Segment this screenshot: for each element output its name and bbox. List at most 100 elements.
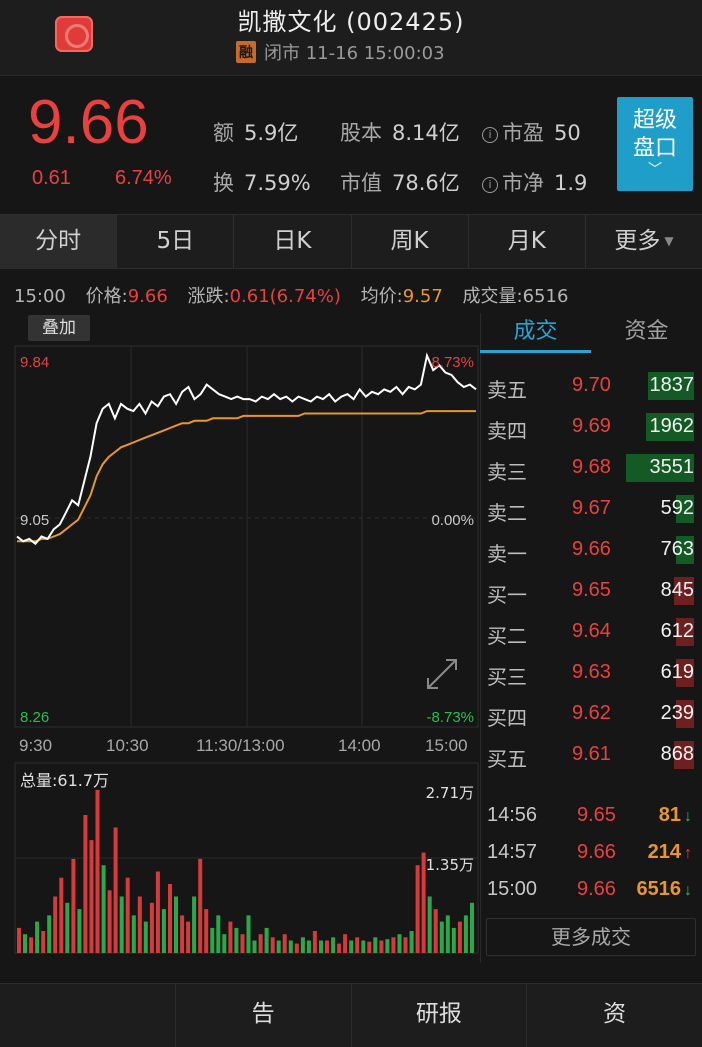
more-trades-button[interactable]: 更多成交	[486, 918, 696, 956]
tab-daily-k[interactable]: 日K	[234, 215, 352, 268]
tab-more[interactable]: 更多 ▼	[586, 215, 702, 268]
caret-down-icon: ▼	[664, 234, 674, 248]
info-icon[interactable]: i	[482, 127, 498, 143]
volume-bar	[367, 941, 372, 953]
order-volume: 868	[660, 743, 694, 765]
volume-bar	[433, 909, 438, 953]
volume-bar	[228, 921, 233, 953]
volume-bar	[77, 909, 82, 953]
order-price: 9.70	[572, 374, 611, 396]
order-book-row[interactable]: 买五 9.61 868	[480, 739, 698, 773]
crosshair-info-line: 15:00 价格:9.66 涨跌:0.61(6.74%) 均价:9.57 成交量…	[14, 282, 582, 308]
order-level-label: 卖一	[487, 542, 527, 566]
y-label-mid: 9.05	[20, 512, 49, 529]
info-avg: 均价:9.57	[360, 286, 443, 307]
volume-bar	[71, 858, 76, 953]
bottom-tab-research[interactable]: 研报	[352, 984, 528, 1047]
volume-bar	[349, 940, 354, 953]
volume-bar	[23, 934, 27, 953]
info-volume: 成交量:6516	[462, 286, 569, 307]
volume-bar	[216, 915, 221, 953]
volume-bar	[53, 896, 58, 953]
volume-bar	[234, 927, 239, 953]
order-book-row[interactable]: 买三 9.63 619	[480, 657, 698, 691]
trade-direction-arrow-icon: ↑	[684, 845, 692, 862]
margin-badge: 融	[236, 41, 256, 63]
volume-bar	[325, 940, 329, 953]
volume-bar	[445, 915, 450, 953]
volume-bar	[174, 896, 178, 953]
trade-tick-row: 14:57 9.66 214 ↑	[480, 837, 698, 871]
tab-weekly-k[interactable]: 周K	[352, 215, 469, 268]
order-book-row[interactable]: 卖三 9.68 3551	[480, 452, 698, 486]
order-book-row[interactable]: 买二 9.64 612	[480, 616, 698, 650]
order-book-row[interactable]: 卖四 9.69 1962	[480, 411, 698, 445]
y-label-top: 9.84	[20, 354, 49, 371]
super-orderbook-button[interactable]: 超级 盘口 ﹀	[617, 97, 693, 191]
bottom-tab-info[interactable]: 资	[527, 984, 702, 1047]
last-price: 9.66	[28, 88, 149, 157]
overlay-button[interactable]: 叠加	[28, 315, 90, 341]
volume-bar	[294, 943, 299, 953]
order-book-row[interactable]: 卖一 9.66 763	[480, 534, 698, 568]
intraday-chart[interactable]: 9.84 9.05 8.26 8.73% 0.00% -8.73% 9:30 1…	[0, 313, 480, 963]
volume-bar	[65, 902, 70, 953]
volume-bar	[300, 937, 305, 953]
pct-label-bottom: -8.73%	[426, 709, 474, 726]
x-tick-1400: 14:00	[338, 736, 381, 755]
order-book-row[interactable]: 买四 9.62 239	[480, 698, 698, 732]
volume-bar	[131, 915, 136, 953]
order-level-label: 卖三	[487, 460, 527, 484]
volume-bar	[101, 865, 106, 953]
order-price: 9.69	[572, 415, 611, 437]
tab-funds[interactable]: 资金	[591, 313, 702, 353]
volume-bar	[89, 840, 94, 953]
volume-bar	[276, 940, 281, 953]
volume-bar	[29, 937, 34, 953]
order-book-row[interactable]: 买一 9.65 845	[480, 575, 698, 609]
trade-tick-row: 15:00 9.66 6516 ↓	[480, 874, 698, 908]
volume-bar	[125, 877, 130, 953]
vol-label-top: 2.71万	[426, 784, 474, 802]
volume-bar	[155, 871, 160, 953]
order-level-label: 卖四	[487, 419, 527, 443]
order-book-row[interactable]: 卖二 9.67 592	[480, 493, 698, 527]
market-status-text: 闭市 11-16 15:00:03	[264, 43, 445, 64]
volume-bar	[391, 937, 396, 953]
order-volume: 612	[660, 620, 694, 642]
volume-bar	[258, 934, 263, 953]
tab-monthly-k[interactable]: 月K	[469, 215, 586, 268]
volume-bar	[161, 909, 166, 953]
expand-icon[interactable]	[427, 659, 457, 689]
order-price: 9.68	[572, 456, 611, 478]
order-level-label: 买五	[487, 747, 527, 771]
order-price: 9.65	[572, 579, 611, 601]
stat-pe[interactable]: i 市盈 50	[482, 117, 581, 147]
volume-bar	[192, 896, 197, 953]
bottom-bar: 告 研报 资	[0, 983, 702, 1047]
volume-bar	[83, 815, 88, 953]
volume-bar	[457, 921, 462, 953]
tab-intraday[interactable]: 分时	[0, 215, 118, 268]
volume-bar	[385, 939, 390, 953]
stat-pb[interactable]: i 市净 1.9	[482, 167, 587, 197]
volume-bar	[41, 931, 46, 953]
volume-bar	[403, 937, 408, 953]
pct-label-top: 8.73%	[431, 354, 474, 371]
volume-bars	[17, 789, 474, 953]
info-icon[interactable]: i	[482, 177, 498, 193]
tab-5day[interactable]: 5日	[117, 215, 235, 268]
bottom-tab-announcement[interactable]: 告	[176, 984, 352, 1047]
trade-time: 14:56	[487, 804, 538, 826]
volume-bar	[210, 927, 215, 953]
stock-detail-screen: { "header": { "title": "凯撒文化 (002425)", …	[0, 0, 702, 1047]
tab-trades[interactable]: 成交	[480, 313, 591, 353]
chevron-down-icon: ﹀	[648, 162, 662, 178]
market-status: 融 闭市 11-16 15:00:03	[236, 40, 445, 64]
volume-bar	[264, 927, 269, 953]
order-level-label: 卖二	[487, 501, 527, 525]
order-book-row[interactable]: 卖五 9.70 1837	[480, 370, 698, 404]
bottom-tab-0[interactable]	[0, 984, 176, 1047]
volume-bar	[337, 943, 342, 953]
stat-turnover-rate: 换 7.59%	[213, 171, 311, 195]
